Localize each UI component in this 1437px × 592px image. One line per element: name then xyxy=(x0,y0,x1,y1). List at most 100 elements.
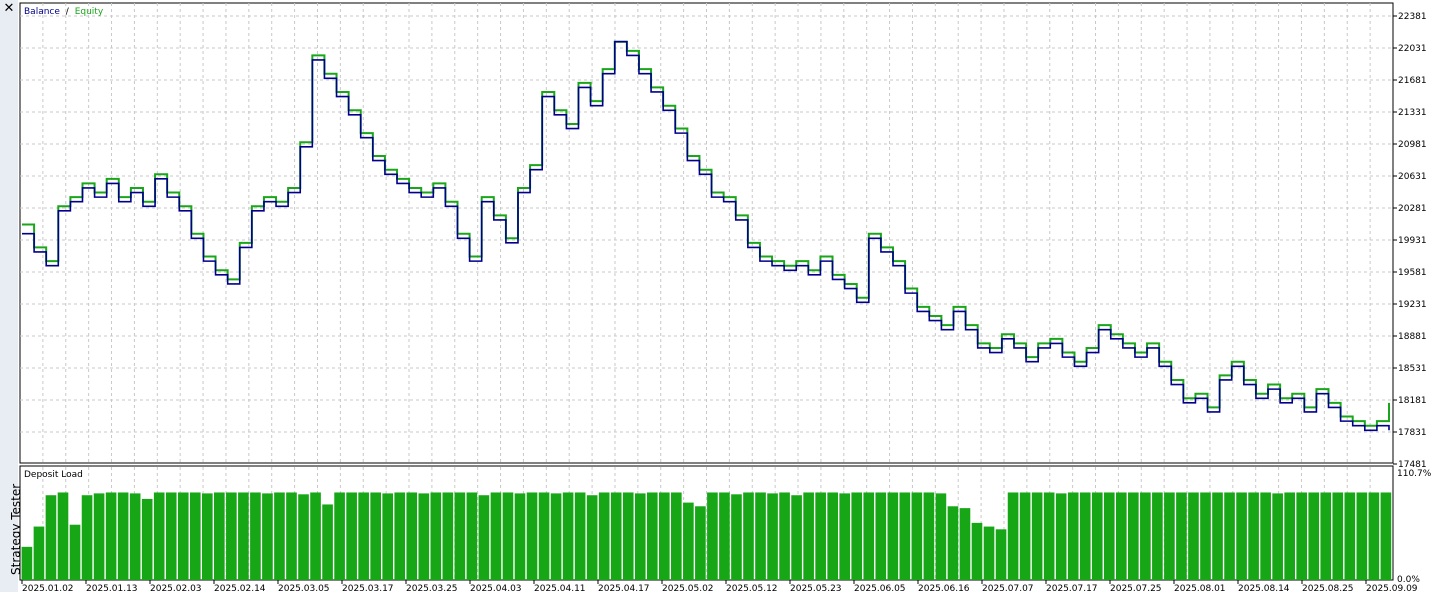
load-bar xyxy=(1091,492,1103,580)
load-bar xyxy=(622,492,634,580)
load-bar xyxy=(1164,492,1175,580)
load-bar xyxy=(586,495,598,580)
legend-balance: Balance xyxy=(24,7,60,17)
load-bar xyxy=(562,492,574,580)
load-bar xyxy=(358,492,369,580)
load-bar xyxy=(1308,492,1320,580)
load-bar xyxy=(935,493,947,580)
load-bar xyxy=(755,492,766,580)
load-bar xyxy=(767,493,778,580)
load-bar xyxy=(863,492,875,580)
y-tick-label: 21331 xyxy=(1398,108,1427,118)
load-bar xyxy=(1055,493,1067,580)
load-bar xyxy=(189,492,201,580)
x-tick-label: 2025.08.14 xyxy=(1238,584,1290,592)
load-bar xyxy=(743,492,754,580)
y-tick-label: 21681 xyxy=(1398,76,1427,86)
load-bar xyxy=(731,494,742,580)
x-tick-label: 2025.06.16 xyxy=(918,584,970,592)
load-bar xyxy=(899,492,911,580)
load-bar xyxy=(214,492,225,580)
load-bar xyxy=(719,492,730,580)
x-tick-label: 2025.01.13 xyxy=(86,584,138,592)
x-tick-label: 2025.04.17 xyxy=(598,584,650,592)
load-bar xyxy=(1248,492,1259,580)
load-bar xyxy=(695,506,706,580)
y-tick-label: 20281 xyxy=(1398,204,1427,214)
legend-equity: Equity xyxy=(75,7,104,17)
load-bar xyxy=(286,492,297,580)
load-bar xyxy=(791,495,802,580)
load-bar xyxy=(45,495,57,580)
load-bar xyxy=(346,492,357,580)
x-tick-label: 2025.04.11 xyxy=(534,584,586,592)
load-bar xyxy=(442,492,454,580)
x-tick-label: 2025.07.25 xyxy=(1110,584,1162,592)
y-tick-label: 17831 xyxy=(1398,428,1427,438)
x-tick-label: 2025.02.14 xyxy=(214,584,266,592)
load-bar xyxy=(81,495,93,580)
load-bar xyxy=(671,492,682,580)
load-bar xyxy=(1007,492,1019,580)
load-bar xyxy=(69,524,81,580)
x-tick-label: 2025.03.25 xyxy=(406,584,458,592)
load-bar xyxy=(93,493,105,580)
x-tick-label: 2025.09.09 xyxy=(1366,584,1418,592)
load-bar xyxy=(238,492,249,580)
load-bar xyxy=(815,492,826,580)
x-tick-label: 2025.08.25 xyxy=(1302,584,1354,592)
load-bar xyxy=(322,504,333,580)
y-tick-label: 20631 xyxy=(1398,172,1427,182)
load-bar xyxy=(1152,492,1163,580)
load-bar xyxy=(947,506,959,580)
x-tick-label: 2025.05.02 xyxy=(662,584,714,592)
load-bar xyxy=(105,492,117,580)
load-bar xyxy=(1176,492,1187,580)
load-bar xyxy=(262,493,273,580)
x-tick-label: 2025.07.07 xyxy=(982,584,1034,592)
load-bar xyxy=(141,498,153,580)
y-tick-label: 22031 xyxy=(1398,44,1427,54)
load-bar xyxy=(1103,492,1115,580)
load-title: Deposit Load xyxy=(24,470,83,480)
load-bar xyxy=(274,492,285,580)
load-bar xyxy=(610,492,622,580)
load-bar xyxy=(1188,492,1199,580)
load-bar xyxy=(370,492,381,580)
chart-area: 22381 22031 21681 21331 20981 20631 20281 19931… xyxy=(19,2,1432,592)
load-bar xyxy=(406,492,418,580)
load-bar xyxy=(1284,492,1295,580)
load-bar xyxy=(250,492,261,580)
load-bar xyxy=(526,492,538,580)
x-tick-label: 2025.05.23 xyxy=(790,584,842,592)
y-tick-label: 20981 xyxy=(1398,140,1427,150)
load-bar xyxy=(646,492,658,580)
load-bar xyxy=(430,492,442,580)
load-y-axis: 110.7%0.0% xyxy=(1397,469,1432,585)
x-tick-label: 2025.01.02 xyxy=(22,584,74,592)
load-bar xyxy=(1272,493,1283,580)
load-bar xyxy=(803,492,814,580)
load-bar xyxy=(634,493,646,580)
load-bar xyxy=(153,492,165,580)
load-bar xyxy=(1332,492,1344,580)
load-bar xyxy=(1115,492,1127,580)
load-bar xyxy=(117,492,129,580)
load-bar xyxy=(165,492,177,580)
load-bar xyxy=(598,492,610,580)
load-bar xyxy=(226,492,237,580)
load-bar xyxy=(454,492,466,580)
load-bar xyxy=(983,526,995,580)
load-bar xyxy=(779,492,790,580)
load-bar xyxy=(1296,492,1308,580)
x-tick-label: 2025.02.03 xyxy=(150,584,202,592)
x-tick-label: 2025.03.17 xyxy=(342,584,394,592)
x-tick-label: 2025.08.01 xyxy=(1174,584,1226,592)
main-y-axis: 22381 22031 21681 21331 20981 20631 20281 19931… xyxy=(1393,12,1427,470)
load-bar xyxy=(1079,492,1091,580)
load-bar xyxy=(57,492,69,580)
load-bar xyxy=(1019,492,1031,580)
load-bar xyxy=(1067,492,1079,580)
load-bar xyxy=(1368,492,1380,580)
load-bar xyxy=(538,492,550,580)
